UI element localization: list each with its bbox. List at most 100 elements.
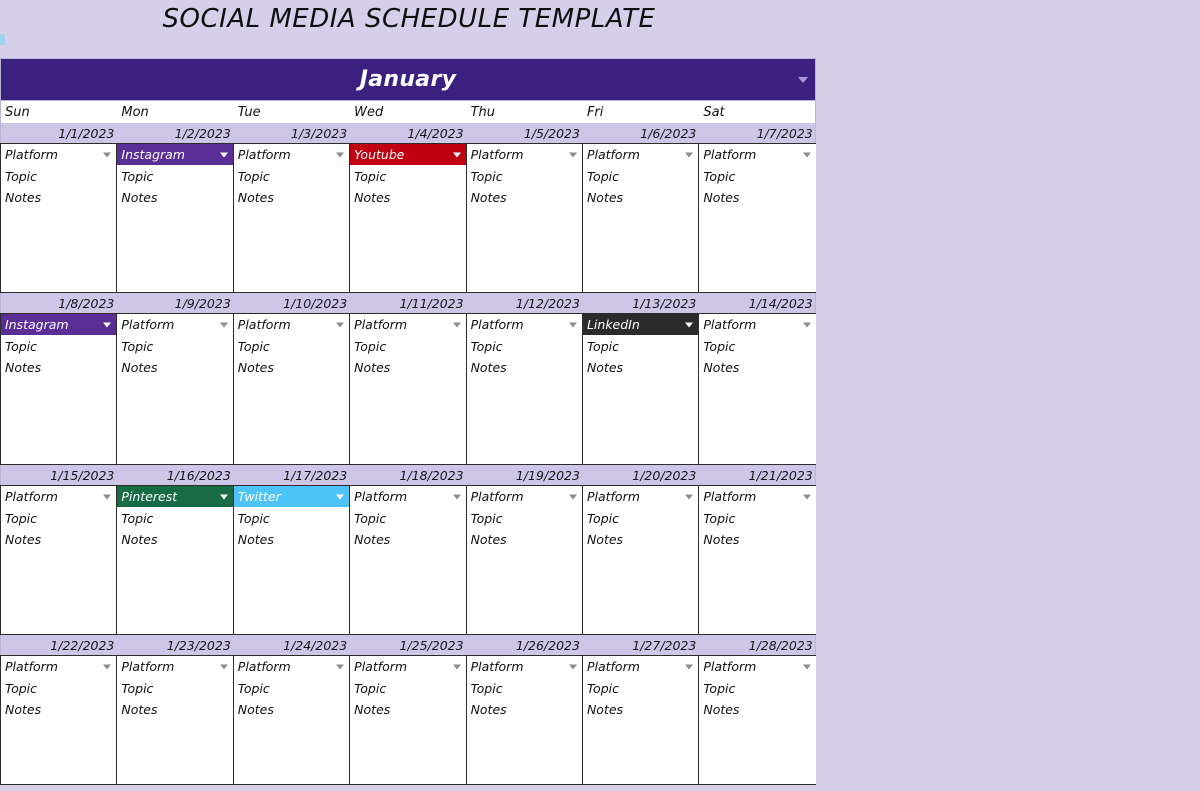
notes-field[interactable]: Notes — [117, 191, 232, 205]
topic-field[interactable]: Topic — [1, 512, 116, 526]
chevron-down-icon[interactable] — [219, 664, 228, 669]
platform-dropdown[interactable]: Pinterest — [117, 486, 233, 507]
topic-field[interactable]: Topic — [583, 512, 698, 526]
platform-dropdown[interactable]: Platform — [466, 656, 582, 677]
topic-field[interactable]: Topic — [1, 170, 116, 184]
notes-field[interactable]: Notes — [1, 361, 116, 375]
notes-field[interactable]: Notes — [699, 533, 815, 547]
month-selector[interactable]: January — [0, 58, 816, 101]
notes-field[interactable]: Notes — [117, 533, 232, 547]
notes-field[interactable]: Notes — [583, 191, 698, 205]
topic-field[interactable]: Topic — [234, 512, 349, 526]
platform-dropdown[interactable]: Platform — [233, 144, 350, 165]
platform-dropdown[interactable]: Platform — [233, 314, 350, 335]
topic-field[interactable]: Topic — [234, 170, 349, 184]
chevron-down-icon[interactable] — [802, 494, 811, 499]
topic-field[interactable]: Topic — [234, 340, 349, 354]
notes-field[interactable]: Notes — [234, 191, 349, 205]
notes-field[interactable]: Notes — [467, 361, 582, 375]
platform-dropdown[interactable]: Platform — [466, 486, 582, 507]
platform-dropdown[interactable]: Platform — [699, 314, 816, 335]
chevron-down-icon[interactable] — [452, 664, 461, 669]
notes-field[interactable]: Notes — [1, 703, 116, 717]
platform-dropdown[interactable]: Platform — [1, 656, 117, 677]
notes-field[interactable]: Notes — [699, 361, 815, 375]
chevron-down-icon[interactable] — [798, 76, 808, 83]
platform-dropdown[interactable]: Platform — [699, 144, 816, 165]
platform-dropdown[interactable]: Platform — [350, 656, 466, 677]
chevron-down-icon[interactable] — [685, 152, 694, 157]
chevron-down-icon[interactable] — [568, 494, 577, 499]
topic-field[interactable]: Topic — [699, 682, 815, 696]
chevron-down-icon[interactable] — [219, 322, 228, 327]
notes-field[interactable]: Notes — [583, 361, 698, 375]
platform-dropdown[interactable]: Platform — [117, 314, 233, 335]
notes-field[interactable]: Notes — [699, 191, 815, 205]
chevron-down-icon[interactable] — [685, 494, 694, 499]
topic-field[interactable]: Topic — [1, 340, 116, 354]
topic-field[interactable]: Topic — [117, 170, 232, 184]
chevron-down-icon[interactable] — [103, 664, 112, 669]
platform-dropdown[interactable]: Platform — [582, 486, 699, 507]
topic-field[interactable]: Topic — [467, 170, 582, 184]
chevron-down-icon[interactable] — [568, 322, 577, 327]
chevron-down-icon[interactable] — [802, 664, 811, 669]
platform-dropdown[interactable]: Instagram — [117, 144, 233, 165]
notes-field[interactable]: Notes — [117, 361, 232, 375]
notes-field[interactable]: Notes — [467, 191, 582, 205]
topic-field[interactable]: Topic — [350, 682, 465, 696]
chevron-down-icon[interactable] — [336, 152, 345, 157]
topic-field[interactable]: Topic — [350, 340, 465, 354]
topic-field[interactable]: Topic — [1, 682, 116, 696]
notes-field[interactable]: Notes — [117, 703, 232, 717]
topic-field[interactable]: Topic — [467, 340, 582, 354]
chevron-down-icon[interactable] — [568, 152, 577, 157]
chevron-down-icon[interactable] — [219, 152, 228, 157]
platform-dropdown[interactable]: Platform — [466, 314, 582, 335]
platform-dropdown[interactable]: Platform — [699, 656, 816, 677]
notes-field[interactable]: Notes — [699, 703, 815, 717]
notes-field[interactable]: Notes — [1, 533, 116, 547]
platform-dropdown[interactable]: Platform — [233, 656, 350, 677]
notes-field[interactable]: Notes — [234, 533, 349, 547]
chevron-down-icon[interactable] — [219, 494, 228, 499]
notes-field[interactable]: Notes — [350, 703, 465, 717]
topic-field[interactable]: Topic — [234, 682, 349, 696]
chevron-down-icon[interactable] — [452, 152, 461, 157]
platform-dropdown[interactable]: Twitter — [233, 486, 350, 507]
topic-field[interactable]: Topic — [117, 682, 232, 696]
notes-field[interactable]: Notes — [350, 361, 465, 375]
chevron-down-icon[interactable] — [685, 322, 694, 327]
chevron-down-icon[interactable] — [336, 664, 345, 669]
platform-dropdown[interactable]: Platform — [582, 144, 699, 165]
platform-dropdown[interactable]: Instagram — [1, 314, 117, 335]
chevron-down-icon[interactable] — [452, 494, 461, 499]
notes-field[interactable]: Notes — [350, 533, 465, 547]
topic-field[interactable]: Topic — [583, 340, 698, 354]
platform-dropdown[interactable]: LinkedIn — [582, 314, 699, 335]
chevron-down-icon[interactable] — [103, 152, 112, 157]
notes-field[interactable]: Notes — [467, 703, 582, 717]
topic-field[interactable]: Topic — [699, 170, 815, 184]
chevron-down-icon[interactable] — [802, 152, 811, 157]
notes-field[interactable]: Notes — [583, 703, 698, 717]
chevron-down-icon[interactable] — [568, 664, 577, 669]
topic-field[interactable]: Topic — [467, 512, 582, 526]
topic-field[interactable]: Topic — [117, 340, 232, 354]
topic-field[interactable]: Topic — [583, 170, 698, 184]
notes-field[interactable]: Notes — [583, 533, 698, 547]
platform-dropdown[interactable]: Platform — [582, 656, 699, 677]
topic-field[interactable]: Topic — [583, 682, 698, 696]
topic-field[interactable]: Topic — [350, 512, 465, 526]
platform-dropdown[interactable]: Youtube — [350, 144, 466, 165]
notes-field[interactable]: Notes — [467, 533, 582, 547]
chevron-down-icon[interactable] — [685, 664, 694, 669]
platform-dropdown[interactable]: Platform — [350, 486, 466, 507]
chevron-down-icon[interactable] — [802, 322, 811, 327]
notes-field[interactable]: Notes — [234, 361, 349, 375]
chevron-down-icon[interactable] — [452, 322, 461, 327]
platform-dropdown[interactable]: Platform — [699, 486, 816, 507]
notes-field[interactable]: Notes — [1, 191, 116, 205]
platform-dropdown[interactable]: Platform — [1, 144, 117, 165]
topic-field[interactable]: Topic — [699, 512, 815, 526]
